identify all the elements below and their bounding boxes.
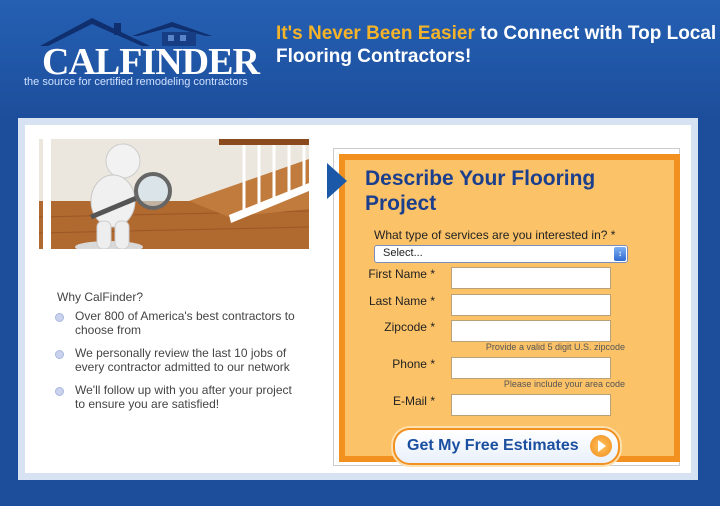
headline-accent: It's Never Been Easier (276, 23, 475, 44)
get-estimates-label: Get My Free Estimates (407, 437, 579, 454)
bullet-icon (55, 313, 64, 322)
email-label: E-Mail * (392, 394, 435, 408)
why-item-text: We personally review the last 10 jobs of… (75, 346, 290, 374)
first-name-label: First Name * (368, 267, 435, 281)
last-name-label: Last Name * (368, 294, 435, 308)
why-item-text: We'll follow up with you after your proj… (75, 383, 292, 411)
last-name-input[interactable] (451, 294, 611, 316)
select-arrows-icon: ↕ (614, 247, 626, 261)
service-type-selected: Select... (383, 247, 423, 259)
page-headline: It's Never Been Easier to Connect with T… (276, 22, 720, 68)
why-title: Why CalFinder? (57, 290, 144, 304)
site-header: CALFINDER the source for certified remod… (0, 0, 720, 118)
play-arrow-icon (590, 435, 612, 457)
calfinder-logo[interactable]: CALFINDER the source for certified remod… (22, 14, 262, 94)
phone-hint: Please include your area code (503, 379, 625, 389)
content-frame: Why CalFinder? Over 800 of America's bes… (18, 118, 698, 480)
arrow-right-icon (327, 163, 347, 199)
content-panel: Why CalFinder? Over 800 of America's bes… (25, 125, 691, 473)
zipcode-hint: Provide a valid 5 digit U.S. zipcode (485, 342, 625, 352)
why-list: Over 800 of America's best contractors t… (55, 309, 295, 421)
hero-image (39, 139, 309, 249)
why-item: Over 800 of America's best contractors t… (55, 309, 295, 337)
get-estimates-button[interactable]: Get My Free Estimates (393, 428, 620, 465)
why-item: We'll follow up with you after your proj… (55, 383, 295, 411)
zipcode-input[interactable] (451, 320, 611, 342)
phone-label: Phone * (392, 357, 435, 371)
email-input[interactable] (451, 394, 611, 416)
service-type-select[interactable]: Select... ↕ (374, 245, 628, 263)
first-name-input[interactable] (451, 267, 611, 289)
bullet-icon (55, 387, 64, 396)
zipcode-label: Zipcode * (384, 320, 435, 334)
service-type-label: What type of services are you interested… (374, 228, 616, 242)
phone-input[interactable] (451, 357, 611, 379)
logo-tagline: the source for certified remodeling cont… (24, 76, 248, 88)
why-item: We personally review the last 10 jobs of… (55, 346, 295, 374)
inspector-figure-icon (39, 139, 309, 249)
form-title: Describe Your Flooring Project (365, 167, 596, 215)
bullet-icon (55, 350, 64, 359)
why-item-text: Over 800 of America's best contractors t… (75, 309, 295, 337)
